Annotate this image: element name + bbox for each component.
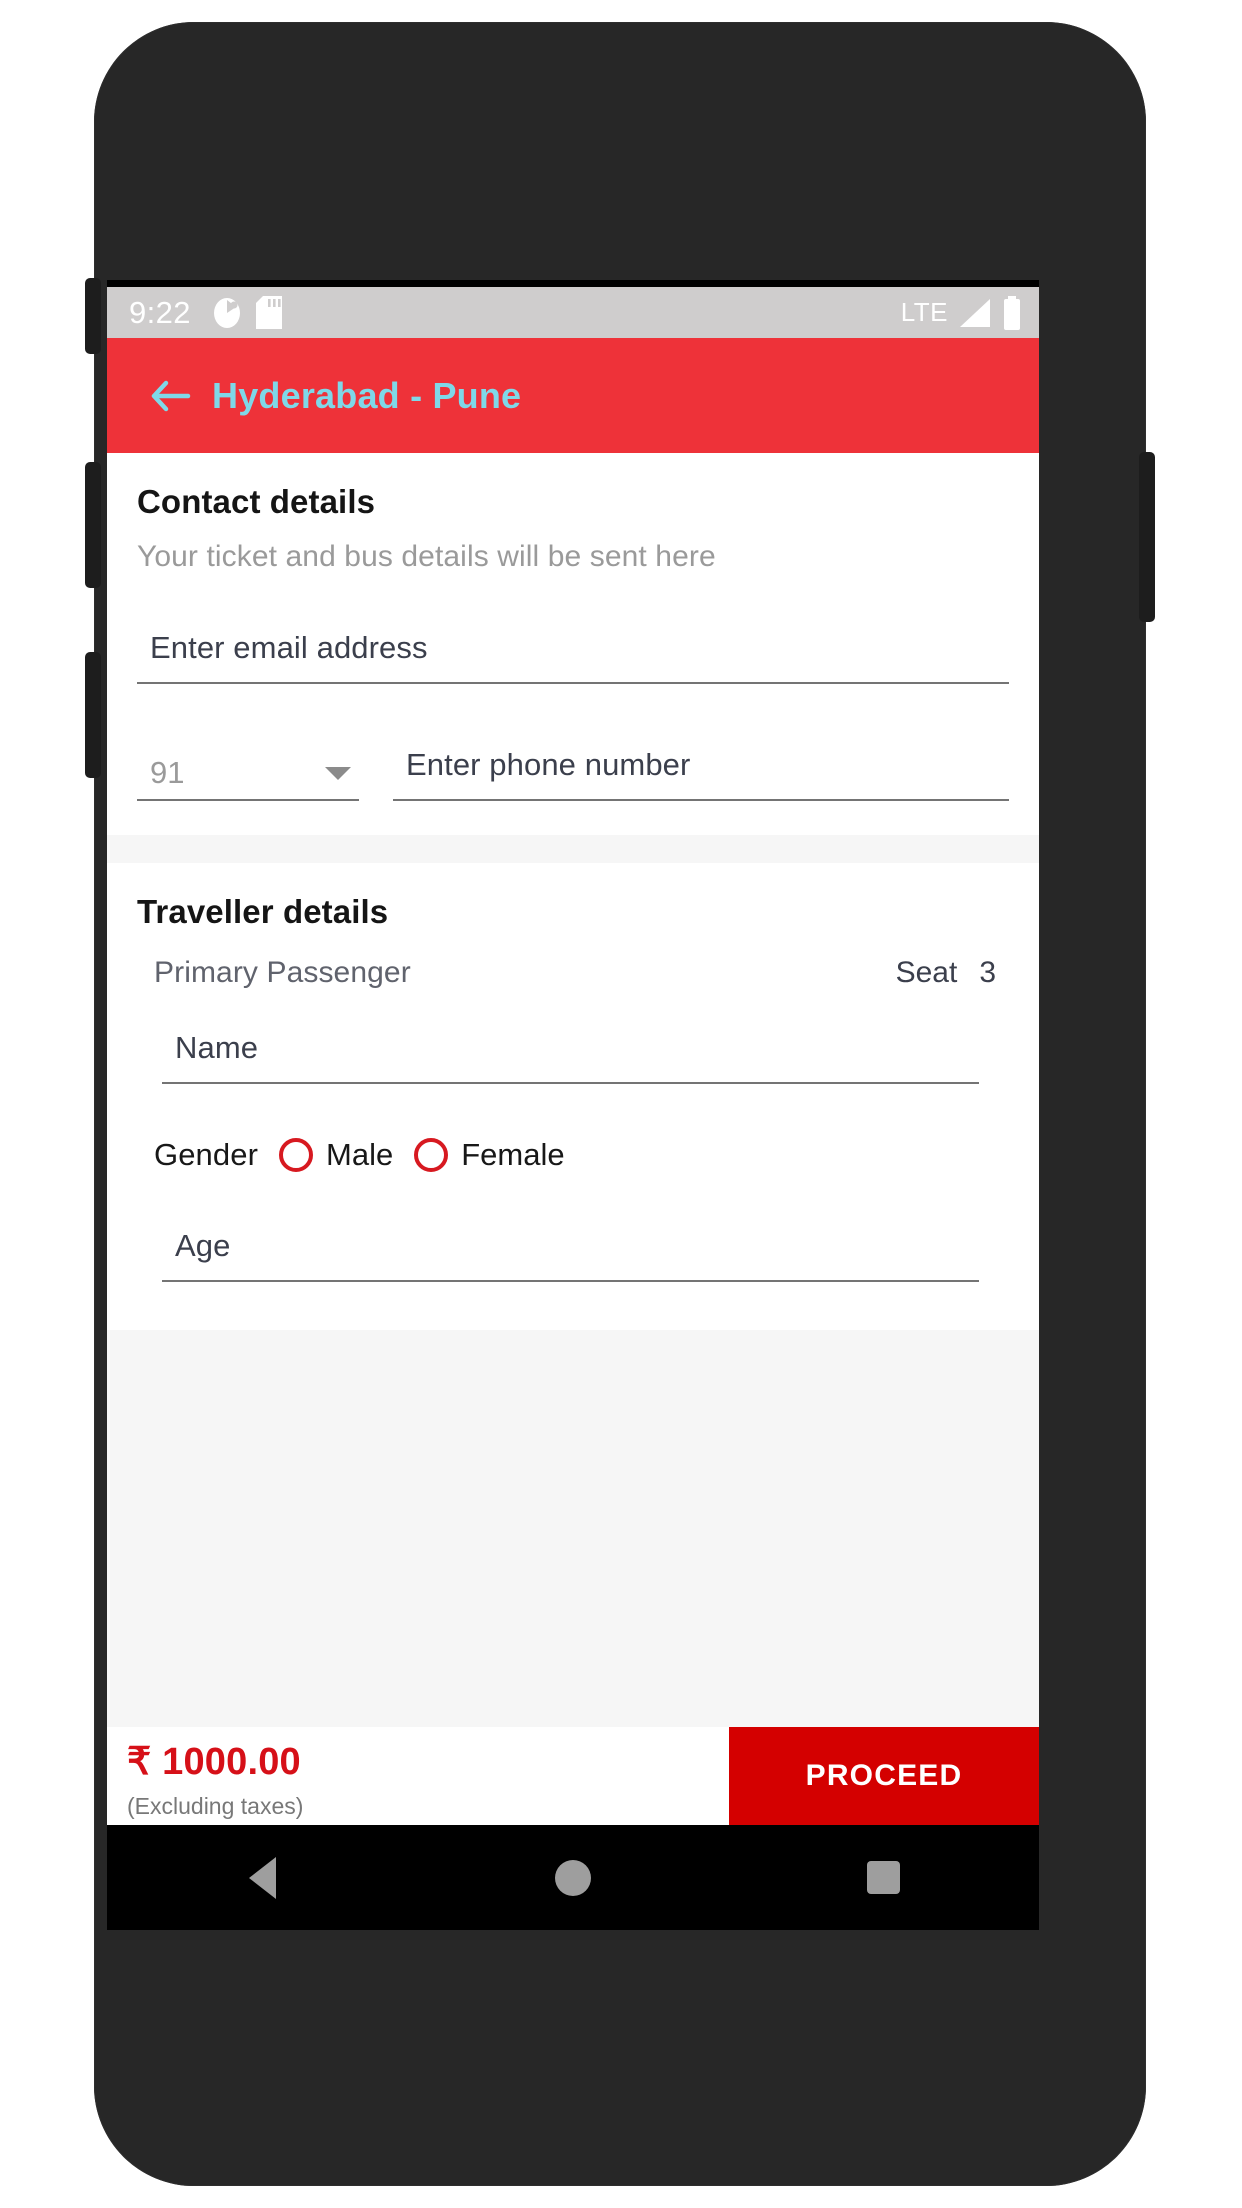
phone-row: 91 Enter phone number xyxy=(137,747,1009,801)
section-divider xyxy=(107,835,1039,863)
contact-details-subtitle: Your ticket and bus details will be sent… xyxy=(137,540,716,573)
status-bar-right-icons: LTE xyxy=(900,295,1022,330)
email-field[interactable]: Enter email address xyxy=(137,630,1009,684)
passenger-age-field[interactable]: Age xyxy=(162,1228,979,1282)
device-power-button[interactable] xyxy=(1139,452,1155,622)
device-volume-up-button[interactable] xyxy=(85,462,101,588)
signal-strength-icon xyxy=(958,298,992,328)
contact-details-heading: Contact details xyxy=(137,483,376,520)
country-code-value: 91 xyxy=(150,755,185,790)
price-tax-note: (Excluding taxes) xyxy=(127,1793,304,1819)
status-bar-clock: 9:22 xyxy=(129,294,191,330)
seat-label: Seat xyxy=(895,956,958,989)
email-field-placeholder: Enter email address xyxy=(150,630,428,665)
contact-details-card: Contact details Your ticket and bus deta… xyxy=(107,453,1039,835)
app-bar: Hyderabad - Pune xyxy=(107,338,1039,453)
bottom-action-bar: ₹ 1000.00 (Excluding taxes) PROCEED xyxy=(107,1727,1039,1825)
phone-screen: 9:22 LTE Hyderabad - Pune Contact detail… xyxy=(107,280,1039,1930)
primary-passenger-label: Primary Passenger xyxy=(154,956,411,989)
device-volume-down-button[interactable] xyxy=(85,652,101,778)
device-side-button-top[interactable] xyxy=(85,278,101,354)
gender-label-male[interactable]: Male xyxy=(326,1137,393,1173)
gender-radio-male[interactable] xyxy=(279,1138,313,1172)
status-bar-left-icons xyxy=(213,296,282,329)
seat-number: 3 xyxy=(979,956,996,989)
page-title: Hyderabad - Pune xyxy=(212,374,522,416)
phone-number-field[interactable]: Enter phone number xyxy=(393,747,1009,801)
gender-label: Gender xyxy=(154,1137,258,1172)
traveller-details-heading: Traveller details xyxy=(137,893,389,930)
gender-radio-female[interactable] xyxy=(414,1138,449,1172)
seat-info: Seat 3 xyxy=(896,956,996,990)
passenger-name-field[interactable]: Name xyxy=(162,1030,979,1084)
proceed-button-label: PROCEED xyxy=(805,1759,963,1792)
phone-device-frame: 9:22 LTE Hyderabad - Pune Contact detail… xyxy=(85,22,1155,2186)
nav-back-button[interactable] xyxy=(107,1856,418,1899)
traveller-details-card: Traveller details Primary Passenger Seat… xyxy=(107,863,1039,1330)
circle-home-icon xyxy=(555,1859,591,1896)
phone-number-placeholder: Enter phone number xyxy=(406,747,691,782)
gender-row: Gender Male Female xyxy=(154,1137,1009,1173)
country-code-select[interactable]: 91 xyxy=(137,747,359,801)
scroll-content[interactable]: Contact details Your ticket and bus deta… xyxy=(107,453,1039,1727)
android-navigation-bar xyxy=(107,1825,1039,1930)
network-type-label: LTE xyxy=(900,297,948,327)
passenger-age-placeholder: Age xyxy=(175,1228,231,1263)
nav-home-button[interactable] xyxy=(418,1859,729,1896)
proceed-button[interactable]: PROCEED xyxy=(729,1727,1039,1825)
gender-label-female[interactable]: Female xyxy=(461,1137,564,1173)
triangle-back-icon xyxy=(248,1856,276,1899)
square-recents-icon xyxy=(867,1861,901,1894)
sd-card-icon xyxy=(255,296,282,329)
total-price: ₹ 1000.00 xyxy=(127,1741,301,1783)
passenger-name-placeholder: Name xyxy=(175,1030,259,1065)
mouse-pointer-icon xyxy=(213,297,243,329)
status-bar: 9:22 LTE xyxy=(107,287,1039,338)
battery-icon xyxy=(1002,295,1022,330)
price-summary: ₹ 1000.00 (Excluding taxes) xyxy=(107,1727,729,1825)
primary-passenger-row: Primary Passenger Seat 3 xyxy=(137,956,1009,990)
chevron-down-icon xyxy=(325,766,351,780)
nav-recents-button[interactable] xyxy=(728,1861,1039,1894)
arrow-left-icon[interactable] xyxy=(151,380,191,412)
